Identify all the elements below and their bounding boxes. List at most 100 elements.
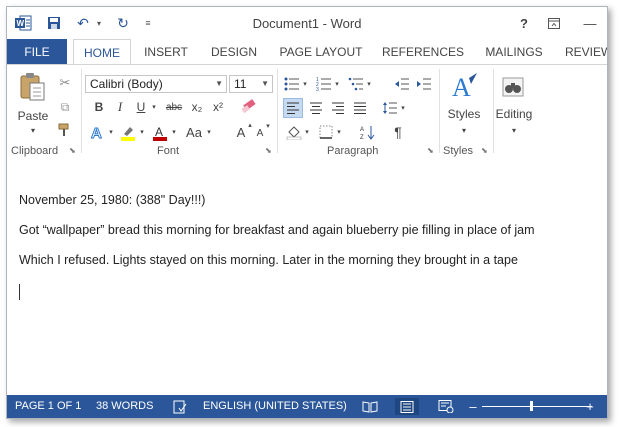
paragraph-group-label: Paragraph [327,145,379,157]
change-case-dropdown-icon[interactable]: ▾ [205,125,213,139]
clipboard-launcher-icon[interactable]: ⬊ [69,146,76,155]
ribbon-tabs: FILE HOME INSERT DESIGN PAGE LAYOUT REFE… [7,39,607,65]
decrease-indent-icon[interactable] [393,75,411,93]
tab-insert[interactable]: INSERT [135,39,197,64]
svg-text:A: A [91,125,102,140]
ribbon-display-options-icon[interactable] [543,13,565,33]
align-left-icon[interactable] [283,98,303,118]
proofing-icon[interactable] [171,398,189,415]
svg-text:A: A [360,127,364,133]
status-bar: PAGE 1 OF 1 38 WORDS ENGLISH (UNITED STA… [7,395,607,418]
bullets-icon[interactable] [283,75,301,93]
font-name-dropdown-icon[interactable]: ▼ [215,79,223,88]
svg-text:A: A [452,73,471,102]
multilevel-dropdown-icon[interactable]: ▾ [365,77,373,91]
font-name-box[interactable]: Calibri (Body) ▼ [85,75,227,93]
bullets-dropdown-icon[interactable]: ▾ [301,77,309,91]
tab-home[interactable]: HOME [73,39,131,65]
editing-button[interactable]: Editing [493,107,535,121]
paste-dropdown-icon[interactable]: ▾ [27,125,39,135]
find-binoculars-icon[interactable] [499,73,527,101]
shading-dropdown-icon[interactable]: ▾ [303,125,311,139]
styles-launcher-icon[interactable]: ⬊ [481,146,488,155]
paragraph-launcher-icon[interactable]: ⬊ [427,146,434,155]
document-line[interactable]: November 25, 1980: (388" Day!!!) [19,193,205,207]
svg-text:Z: Z [360,135,364,140]
subscript-button[interactable]: x₂ [188,99,206,115]
clear-formatting-icon[interactable] [239,97,259,117]
web-layout-icon[interactable] [437,398,455,415]
change-case-button[interactable]: Aa [183,123,205,141]
ribbon-divider [81,69,82,153]
word-count[interactable]: 38 WORDS [96,400,153,412]
shading-icon[interactable] [285,123,303,141]
strikethrough-button[interactable]: abc [163,99,185,115]
format-painter-icon[interactable] [57,122,73,138]
text-cursor [19,284,20,300]
font-name-value: Calibri (Body) [90,77,163,91]
zoom-slider-track[interactable] [482,406,592,407]
sort-icon[interactable]: AZ [359,123,377,141]
superscript-button[interactable]: x² [209,99,227,115]
help-button[interactable]: ? [513,13,535,33]
bold-button[interactable]: B [91,99,107,115]
document-line[interactable]: Which I refused. Lights stayed on this m… [19,253,518,267]
tab-design[interactable]: DESIGN [203,39,265,64]
copy-icon[interactable]: ⧉ [57,99,73,115]
ribbon: Paste ▾ ✂ ⧉ Clipboard ⬊ Calibri (Body) ▼… [7,64,607,158]
tab-references[interactable]: REFERENCES [377,39,469,64]
font-color-dropdown-icon[interactable]: ▾ [170,125,178,139]
line-spacing-dropdown-icon[interactable]: ▾ [399,101,407,115]
zoom-out-button[interactable]: – [467,398,479,415]
clipboard-group-label: Clipboard [11,145,59,157]
minimize-button[interactable]: — [579,13,601,33]
highlight-dropdown-icon[interactable]: ▾ [138,125,146,139]
language-indicator[interactable]: ENGLISH (UNITED STATES) [203,400,347,412]
align-center-icon[interactable] [307,99,325,117]
tab-review[interactable]: REVIEW [559,39,607,64]
editing-dropdown-icon[interactable]: ▾ [509,125,519,135]
styles-button[interactable]: Styles [441,107,487,121]
font-size-dropdown-icon[interactable]: ▼ [261,79,269,88]
tab-page-layout[interactable]: PAGE LAYOUT [273,39,369,64]
numbering-dropdown-icon[interactable]: ▾ [333,77,341,91]
font-launcher-icon[interactable]: ⬊ [265,146,272,155]
styles-dropdown-icon[interactable]: ▾ [459,125,469,135]
font-group-label: Font [157,145,180,157]
show-formatting-marks-icon[interactable]: ¶ [389,123,407,141]
styles-gallery-icon[interactable]: A [447,71,481,103]
zoom-in-button[interactable]: + [584,398,596,415]
multilevel-list-icon[interactable] [347,75,365,93]
font-size-box[interactable]: 11 ▼ [229,75,273,93]
document-line[interactable]: Got “wallpaper” bread this morning for b… [19,223,535,237]
tab-mailings[interactable]: MAILINGS [477,39,551,64]
paste-button[interactable]: Paste [13,109,53,123]
align-right-icon[interactable] [329,99,347,117]
text-effects-icon[interactable]: A [89,123,107,141]
zoom-slider-thumb[interactable] [530,401,533,411]
font-color-icon[interactable]: A [151,123,169,141]
svg-text:A: A [155,125,163,139]
increase-indent-icon[interactable] [415,75,433,93]
styles-group-label: Styles [443,145,473,157]
read-mode-icon[interactable] [361,398,379,415]
cut-icon[interactable]: ✂ [57,75,73,91]
justify-icon[interactable] [351,99,369,117]
numbering-icon[interactable]: 123 [315,75,333,93]
page-count[interactable]: PAGE 1 OF 1 [15,400,81,412]
print-layout-icon[interactable] [395,398,419,415]
title-bar: W ↶ ▾ ↻ ≡ Document1 - Word ? — [7,7,607,39]
text-effects-dropdown-icon[interactable]: ▾ [107,125,115,139]
highlight-color-icon[interactable] [119,123,137,141]
borders-dropdown-icon[interactable]: ▾ [335,125,343,139]
italic-button[interactable]: I [112,99,128,115]
tab-file[interactable]: FILE [7,39,67,64]
underline-dropdown-icon[interactable]: ▾ [149,99,159,115]
underline-button[interactable]: U [133,99,149,115]
borders-icon[interactable] [317,123,335,141]
line-spacing-icon[interactable] [381,99,399,117]
svg-text:3: 3 [316,87,319,91]
paste-icon[interactable] [17,71,49,103]
ribbon-divider [277,69,278,153]
document-area[interactable]: November 25, 1980: (388" Day!!!) Got “wa… [7,157,607,394]
